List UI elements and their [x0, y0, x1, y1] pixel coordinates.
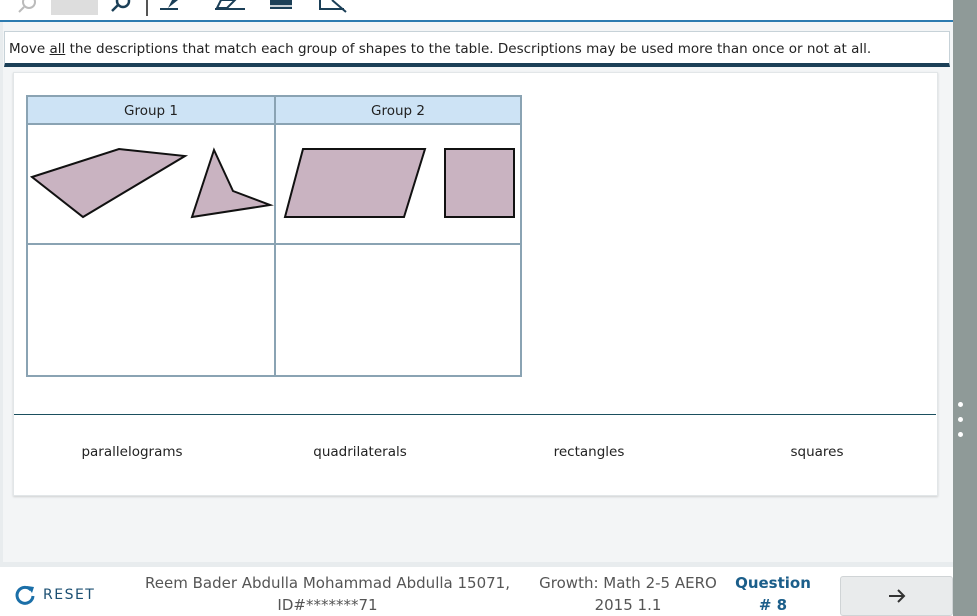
tray-divider	[14, 414, 936, 415]
reset-label: RESET	[43, 587, 96, 603]
instructions-prefix: Move	[9, 41, 50, 57]
test-name: Growth: Math 2-5 AERO	[539, 574, 717, 592]
question-label-text: Question	[735, 574, 811, 592]
instructions-emphasis: all	[49, 41, 66, 57]
eraser-icon[interactable]	[213, 0, 247, 14]
test-version: 2015 1.1	[594, 596, 662, 614]
reset-button[interactable]: RESET	[14, 583, 95, 607]
toolbar	[0, 0, 953, 22]
toolbar-separator	[146, 0, 148, 16]
zoom-icon[interactable]	[108, 0, 132, 14]
group2-header: Group 2	[276, 97, 520, 125]
refresh-icon	[15, 585, 35, 605]
test-info: Growth: Math 2-5 AERO 2015 1.1	[528, 572, 728, 616]
notepad-icon[interactable]	[268, 0, 294, 14]
tray-item-rectangles[interactable]: rectangles	[489, 440, 689, 464]
question-instructions: Move all the descriptions that match eac…	[4, 31, 950, 67]
tray-item-parallelograms[interactable]: parallelograms	[32, 440, 232, 464]
next-button[interactable]	[840, 576, 953, 616]
handle-dot-icon	[958, 402, 963, 407]
group1-header: Group 1	[28, 97, 274, 125]
parallelogram-icon	[283, 148, 427, 218]
group1-shapes-cell	[28, 125, 274, 243]
question-number: Question # 8	[728, 572, 818, 616]
line-reader-icon[interactable]	[318, 0, 350, 14]
group1-drop-zone[interactable]	[28, 245, 274, 375]
side-panel-handle[interactable]	[953, 0, 977, 616]
student-id: ID#*******71	[277, 596, 378, 614]
toolbar-selected-tool[interactable]	[51, 0, 98, 15]
classification-table: Group 1 Group 2	[26, 95, 522, 377]
concave-quadrilateral-icon	[190, 147, 274, 219]
student-name: Reem Bader Abdulla Mohammad Abdulla 1507…	[145, 574, 510, 592]
quadrilateral-icon	[29, 147, 189, 219]
arrow-right-icon	[888, 589, 905, 603]
question-number-text: # 8	[758, 596, 788, 614]
student-info: Reem Bader Abdulla Mohammad Abdulla 1507…	[140, 572, 515, 616]
group2-shapes-cell	[276, 125, 520, 243]
handle-dot-icon	[958, 417, 963, 422]
tray-item-quadrilaterals[interactable]: quadrilaterals	[260, 440, 460, 464]
square-icon	[444, 148, 515, 218]
highlighter-icon[interactable]	[158, 0, 184, 14]
group2-drop-zone[interactable]	[276, 245, 520, 375]
tray-item-squares[interactable]: squares	[717, 440, 917, 464]
instructions-suffix: the descriptions that match each group o…	[65, 41, 872, 57]
handle-dot-icon	[958, 432, 963, 437]
search-icon[interactable]	[16, 0, 38, 14]
